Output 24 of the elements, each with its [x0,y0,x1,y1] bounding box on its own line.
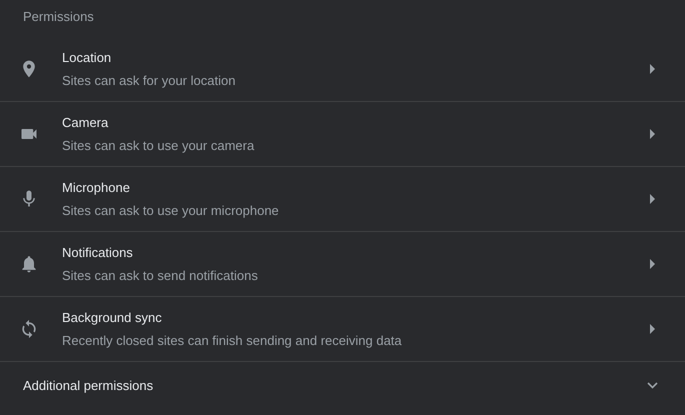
arrow-right-icon [650,129,655,139]
section-title: Permissions [23,8,94,26]
arrow-right-icon [650,324,655,334]
arrow-right-icon [650,194,655,204]
permission-description: Recently closed sites can finish sending and receiving data [62,332,403,350]
permission-title: Camera [62,114,110,132]
additional-permissions-label: Additional permissions [23,376,154,395]
arrow-right-icon [650,259,655,269]
chevron-down-icon [647,382,658,389]
permission-description: Sites can ask for your location [62,72,236,90]
permission-row[interactable]: Notifications Sites can ask to send notifications [0,232,685,297]
permission-title: Notifications [62,244,134,262]
permission-row[interactable]: Camera Sites can ask to use your camera [0,102,685,167]
additional-permissions-row[interactable]: Additional permissions [0,362,685,415]
permission-description: Sites can ask to use your microphone [62,202,280,220]
arrow-right-icon [650,64,655,74]
permission-title: Microphone [62,179,131,197]
permission-title: Location [62,49,112,67]
permission-title: Background sync [62,309,163,327]
permission-row[interactable]: Location Sites can ask for your location [0,37,685,102]
permission-row[interactable]: Microphone Sites can ask to use your microphone [0,167,685,232]
permission-description: Sites can ask to use your camera [62,136,256,155]
permission-row[interactable]: Background sync Recently closed sites can finish sending and receiving data [0,297,685,362]
permission-description: Sites can ask to send notifications [62,266,259,284]
